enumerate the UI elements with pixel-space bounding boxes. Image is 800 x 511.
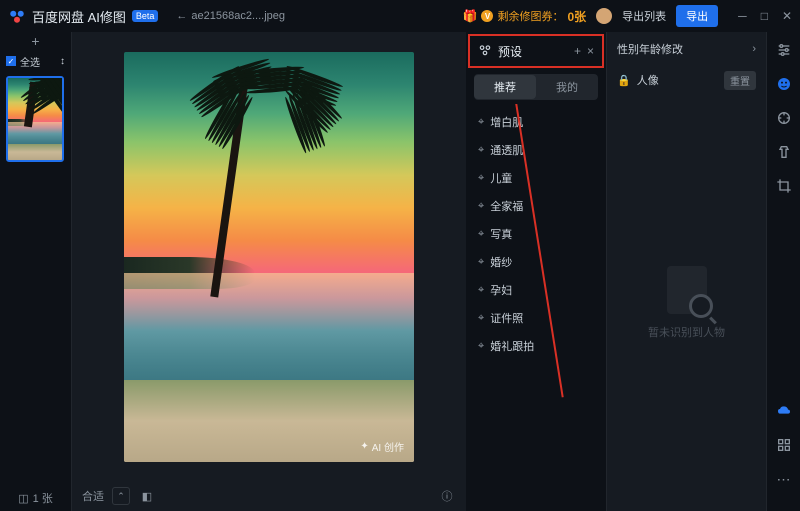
preset-list: ⌖增白肌 ⌖通透肌 ⌖儿童 ⌖全家福 ⌖写真 ⌖婚纱 ⌖孕妇 ⌖证件照 ⌖婚礼跟… bbox=[466, 104, 606, 511]
tag-icon: ⌖ bbox=[478, 256, 484, 269]
preset-item[interactable]: ⌖增白肌 bbox=[474, 108, 598, 136]
preset-header: 预设 + × bbox=[468, 34, 604, 68]
tag-icon: ⌖ bbox=[478, 228, 484, 241]
tag-icon: ⌖ bbox=[478, 200, 484, 213]
beta-badge: Beta bbox=[132, 10, 159, 22]
tag-icon: ⌖ bbox=[478, 116, 484, 129]
coupon-label: 剩余修图券： bbox=[497, 8, 563, 24]
maximize-icon[interactable]: □ bbox=[761, 9, 768, 23]
preset-item[interactable]: ⌖婚纱 bbox=[474, 248, 598, 276]
preset-icon bbox=[478, 43, 492, 60]
reset-button[interactable]: 重置 bbox=[724, 71, 756, 90]
minimize-icon[interactable]: ─ bbox=[738, 9, 747, 23]
close-preset-icon[interactable]: × bbox=[587, 44, 594, 58]
tag-icon: ⌖ bbox=[478, 340, 484, 353]
right-toolbar: ⋯ bbox=[766, 32, 800, 511]
watermark: ✦ AI 创作 bbox=[360, 439, 404, 454]
stack-icon: ◫ bbox=[18, 492, 28, 505]
close-icon[interactable]: ✕ bbox=[782, 9, 792, 23]
preset-tabs: 推荐 我的 bbox=[474, 74, 598, 100]
gift-icon: 🎁 bbox=[463, 9, 478, 23]
more-icon[interactable]: ⋯ bbox=[774, 469, 794, 489]
preset-item[interactable]: ⌖婚礼跟拍 bbox=[474, 332, 598, 360]
lock-icon: 🔒 bbox=[617, 74, 631, 87]
canvas-toolbar: 合适 ⌃ ◧ ⓘ bbox=[72, 481, 466, 511]
tab-mine[interactable]: 我的 bbox=[536, 75, 598, 99]
select-all-checkbox[interactable]: ✓ bbox=[6, 56, 16, 66]
gender-age-row[interactable]: 性别年龄修改 › bbox=[607, 32, 766, 66]
main-image[interactable]: ✦ AI 创作 bbox=[124, 52, 414, 462]
tag-icon: ⌖ bbox=[478, 312, 484, 325]
sort-icon[interactable]: ↕ bbox=[60, 56, 65, 67]
face-icon[interactable] bbox=[774, 74, 794, 94]
add-image-button[interactable]: + bbox=[0, 32, 71, 50]
preset-item[interactable]: ⌖孕妇 bbox=[474, 276, 598, 304]
ai-icon: ✦ bbox=[360, 441, 368, 452]
export-button[interactable]: 导出 bbox=[676, 5, 718, 27]
preset-item[interactable]: ⌖全家福 bbox=[474, 192, 598, 220]
tag-icon: ⌖ bbox=[478, 172, 484, 185]
coupon-count: 0张 bbox=[567, 8, 586, 25]
coupon-area[interactable]: 🎁 V 剩余修图券： 0张 bbox=[463, 8, 587, 25]
zoom-fit-label[interactable]: 合适 bbox=[82, 488, 104, 504]
select-all-label: 全选 bbox=[20, 54, 40, 69]
back-icon[interactable]: ← bbox=[176, 10, 187, 22]
add-preset-icon[interactable]: + bbox=[574, 44, 581, 58]
no-person-icon bbox=[667, 266, 707, 314]
preset-item[interactable]: ⌖通透肌 bbox=[474, 136, 598, 164]
tab-recommend[interactable]: 推荐 bbox=[474, 75, 536, 99]
thumbnail-sidebar: + ✓ 全选 ↕ bbox=[0, 32, 72, 511]
export-list-button[interactable]: 导出列表 bbox=[622, 8, 666, 24]
filename-label: ae21568ac2....jpeg bbox=[191, 10, 285, 22]
adjust-icon[interactable] bbox=[774, 108, 794, 128]
app-logo-icon bbox=[8, 7, 26, 25]
preset-panel: 预设 + × 推荐 我的 ⌖增白肌 ⌖通透肌 ⌖儿童 ⌖全家福 ⌖写真 ⌖婚纱 … bbox=[466, 32, 606, 511]
empty-state: 暂未识别到人物 bbox=[607, 94, 766, 511]
chevron-right-icon: › bbox=[752, 43, 756, 55]
empty-text: 暂未识别到人物 bbox=[648, 324, 725, 340]
tag-icon: ⌖ bbox=[478, 144, 484, 157]
body-icon[interactable] bbox=[774, 142, 794, 162]
file-breadcrumb: ← ae21568ac2....jpeg bbox=[176, 10, 285, 22]
adjust-panel: 性别年龄修改 › 🔒 人像 重置 暂未识别到人物 bbox=[606, 32, 766, 511]
app-title: 百度网盘 AI修图 bbox=[32, 7, 126, 26]
tag-icon: ⌖ bbox=[478, 284, 484, 297]
zoom-dropdown-icon[interactable]: ⌃ bbox=[112, 487, 130, 505]
preset-title: 预设 bbox=[498, 43, 568, 60]
canvas-area: ✦ AI 创作 合适 ⌃ ◧ ⓘ bbox=[72, 32, 466, 511]
image-count: ◫ 1 张 bbox=[0, 485, 71, 511]
vip-badge-icon: V bbox=[481, 10, 493, 22]
preset-item[interactable]: ⌖儿童 bbox=[474, 164, 598, 192]
crop-icon[interactable] bbox=[774, 176, 794, 196]
preset-item[interactable]: ⌖证件照 bbox=[474, 304, 598, 332]
portrait-row: 🔒 人像 重置 bbox=[607, 66, 766, 94]
titlebar: 百度网盘 AI修图 Beta ← ae21568ac2....jpeg 🎁 V … bbox=[0, 0, 800, 32]
thumbnail-item[interactable] bbox=[6, 76, 64, 162]
sliders-icon[interactable] bbox=[774, 40, 794, 60]
grid-icon[interactable] bbox=[774, 435, 794, 455]
user-avatar[interactable] bbox=[596, 8, 612, 24]
info-icon[interactable]: ⓘ bbox=[438, 487, 456, 505]
cloud-icon[interactable] bbox=[774, 401, 794, 421]
compare-icon[interactable]: ◧ bbox=[138, 487, 156, 505]
